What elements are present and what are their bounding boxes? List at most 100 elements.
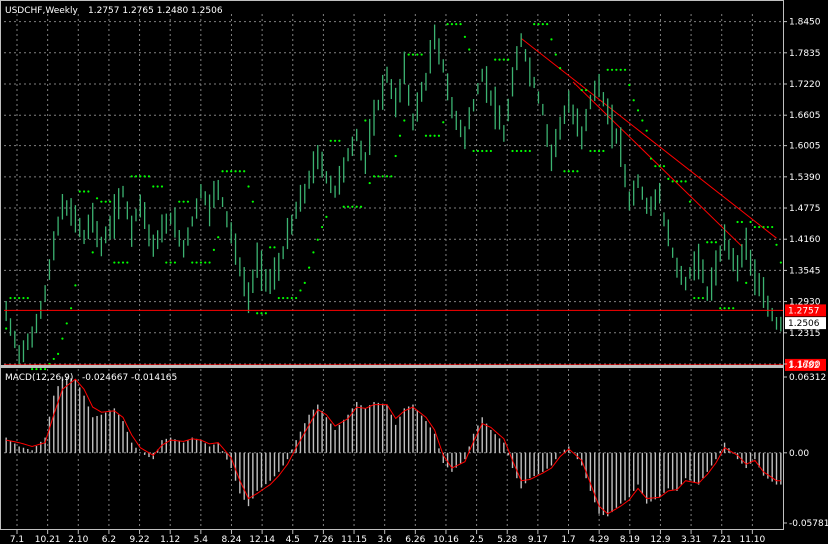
- sar-dot: [494, 58, 497, 61]
- time-tick-label: 8.24: [221, 535, 241, 544]
- sar-dot: [515, 149, 518, 153]
- sar-dot: [472, 149, 475, 153]
- sar-dot: [455, 23, 458, 26]
- sar-dot: [749, 220, 752, 224]
- sar-dot: [619, 68, 622, 71]
- sar-dot: [173, 261, 177, 264]
- sar-dot: [442, 121, 445, 124]
- time-tick-label: 2.10: [68, 535, 88, 544]
- time-tick-label: 6.2: [102, 535, 116, 544]
- sar-dot: [779, 261, 782, 264]
- symbol-label: USDCHF,Weekly: [5, 6, 78, 16]
- sar-dot: [264, 312, 267, 315]
- sar-dot: [403, 119, 406, 122]
- sar-dot: [589, 149, 592, 153]
- sar-dot: [541, 23, 544, 26]
- sar-dot: [753, 225, 756, 229]
- time-tick-label: 12.9: [650, 535, 670, 544]
- sar-dot: [303, 281, 306, 284]
- sar-dot: [390, 175, 393, 178]
- sar-dot: [727, 307, 731, 310]
- macd-tick-label: 0.00: [789, 449, 809, 459]
- sar-dot: [338, 139, 341, 142]
- time-tick-label: 4.5: [286, 535, 300, 544]
- indicator-values: -0.024667 -0.014165: [82, 373, 177, 383]
- sar-dot: [320, 225, 324, 229]
- sar-dot: [758, 225, 761, 229]
- sar-dot: [766, 225, 769, 229]
- time-tick-label: 1.12: [160, 535, 180, 544]
- sar-dot: [160, 185, 164, 188]
- sar-dot: [61, 337, 64, 340]
- trading-chart[interactable]: 1.27571.1682 1.84501.78351.72201.66051.6…: [0, 0, 828, 544]
- ohlc-label: 1.2757 1.2765 1.2480 1.2506: [88, 6, 223, 16]
- sar-dot: [385, 175, 389, 178]
- horizontal-level-label: 1.2757: [788, 306, 820, 316]
- sar-dot: [485, 149, 488, 153]
- sar-dot: [381, 175, 384, 178]
- sar-dot: [654, 165, 657, 168]
- sar-dot: [282, 296, 285, 300]
- sar-dot: [143, 175, 146, 178]
- sar-dot: [121, 261, 125, 264]
- sar-dot: [78, 190, 81, 193]
- sar-dot: [273, 246, 276, 249]
- sar-dot: [359, 205, 363, 208]
- sar-dot: [450, 23, 454, 26]
- sar-dot: [195, 261, 198, 264]
- sar-dot: [602, 149, 605, 153]
- time-tick-label: 10.21: [35, 535, 61, 544]
- chart-background: [0, 0, 828, 544]
- sar-dot: [736, 220, 739, 224]
- sar-dot: [489, 149, 492, 153]
- time-tick-label: 5.4: [194, 535, 209, 544]
- sar-dot: [13, 296, 16, 300]
- sar-dot: [546, 23, 549, 26]
- sar-dot: [346, 205, 350, 208]
- sar-dot: [723, 307, 726, 310]
- sar-dot: [39, 367, 42, 371]
- panel-separator[interactable]: [0, 365, 783, 368]
- sar-dot: [377, 175, 380, 178]
- price-tick-label: 1.6605: [789, 111, 821, 121]
- sar-dot: [416, 53, 419, 56]
- sar-dot: [559, 67, 562, 70]
- sar-dot: [251, 200, 254, 203]
- sar-dot: [372, 175, 376, 178]
- sar-dot: [134, 175, 138, 178]
- sar-dot: [130, 175, 133, 178]
- sar-dot: [623, 68, 627, 71]
- sar-dot: [91, 251, 94, 254]
- sar-dot: [368, 181, 371, 185]
- sar-dot: [468, 48, 471, 51]
- sar-dot: [217, 236, 220, 239]
- sar-dot: [554, 53, 557, 56]
- sar-dot: [178, 200, 181, 203]
- sar-dot: [208, 261, 211, 264]
- sar-dot: [22, 296, 25, 300]
- time-tick-label: 7.1: [10, 535, 24, 544]
- sar-dot: [429, 134, 432, 137]
- price-tick-label: 1.2930: [789, 298, 821, 308]
- sar-dot: [26, 296, 29, 300]
- sar-dot: [507, 58, 510, 61]
- sar-dot: [95, 197, 99, 200]
- sar-dot: [165, 261, 168, 264]
- sar-dot: [355, 205, 358, 208]
- time-tick-label: 9.22: [130, 535, 150, 544]
- current-price-label: 1.2506: [788, 319, 820, 329]
- sar-dot: [225, 170, 228, 173]
- macd-tick-label: -0.05781: [789, 519, 828, 529]
- time-tick-label: 10.16: [433, 535, 459, 544]
- sar-dot: [533, 23, 536, 26]
- time-tick-label: 11.10: [739, 535, 765, 544]
- sar-dot: [117, 261, 120, 264]
- time-tick-label: 8.19: [620, 535, 640, 544]
- sar-dot: [108, 200, 112, 203]
- sar-dot: [762, 225, 765, 229]
- sar-dot: [65, 322, 68, 325]
- sar-dot: [156, 185, 159, 188]
- sar-dot: [528, 149, 531, 153]
- sar-dot: [82, 190, 86, 193]
- sar-dot: [9, 296, 12, 300]
